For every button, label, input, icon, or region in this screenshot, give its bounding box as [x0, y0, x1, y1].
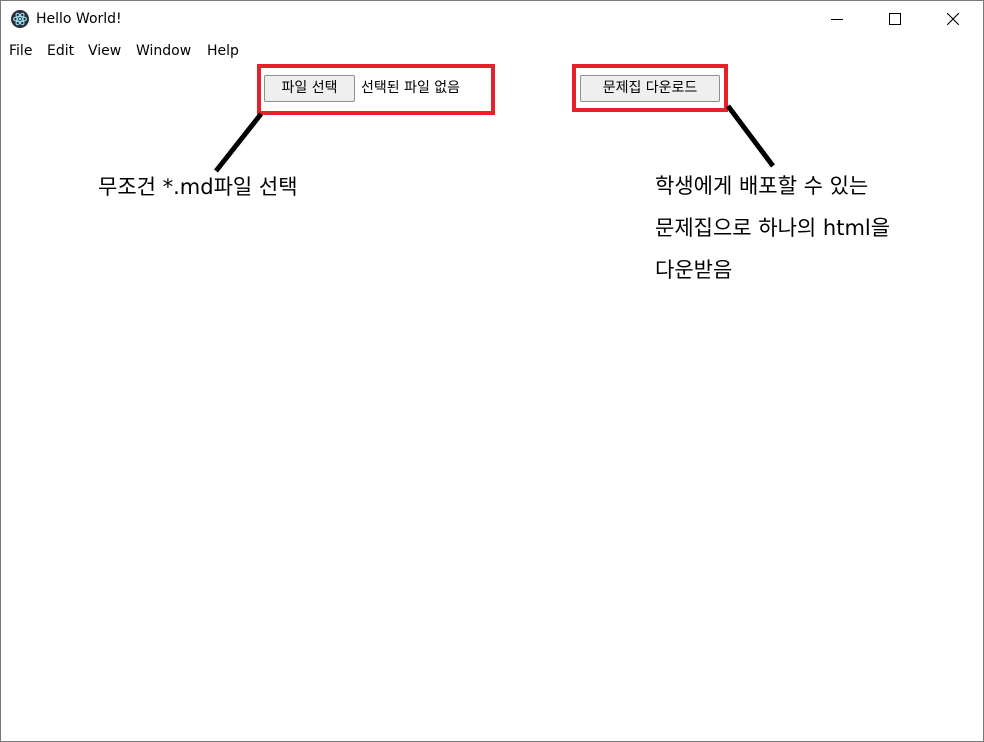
left-annotation-note: 무조건 *.md파일 선택	[98, 175, 298, 199]
right-annotation-line-3: 다운받음	[655, 258, 733, 282]
right-annotation-line-2: 문제집으로 하나의 html을	[655, 216, 891, 240]
annotation-pointers	[214, 104, 775, 173]
right-pointer-line	[726, 104, 775, 168]
app-window: Hello World! File Edit View Window Help …	[0, 0, 984, 742]
left-pointer-line	[214, 112, 263, 173]
right-annotation-line-1: 학생에게 배포할 수 있는	[655, 174, 869, 198]
